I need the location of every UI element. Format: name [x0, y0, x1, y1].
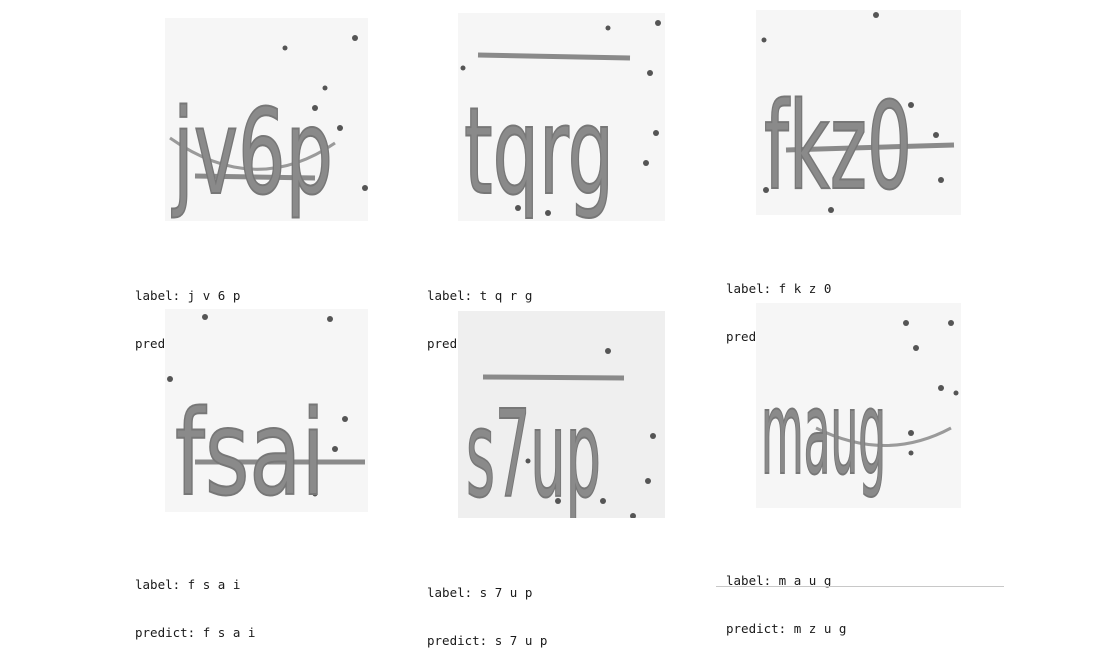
svg-text:fkz0: fkz0 — [764, 78, 912, 215]
captcha-graphic: maug — [760, 320, 959, 502]
label-text: label: f s a i — [135, 577, 241, 592]
divider-line — [716, 586, 1004, 587]
svg-text:fsai: fsai — [175, 384, 325, 512]
captcha-image-2: tqrg — [458, 13, 665, 221]
label-text: label: f k z 0 — [726, 281, 832, 296]
captcha-graphic: tqrg — [460, 20, 661, 221]
predict-text: predict: m z u g — [726, 621, 847, 636]
captcha-graphic: fkz0 — [761, 12, 955, 215]
captcha-image-3: fkz0 — [756, 10, 961, 215]
captcha-graphic: jv6p — [169, 35, 368, 221]
label-text: label: s 7 u p — [427, 585, 533, 600]
predict-text: predict: f s a i — [135, 625, 256, 640]
caption-5: label: s 7 u p predict: s 7 u p — [427, 553, 547, 665]
caption-4: label: f s a i predict: f s a i — [135, 545, 255, 657]
svg-text:jv6p: jv6p — [171, 83, 333, 221]
label-text: label: t q r g — [427, 288, 533, 303]
predict-text: predict: s 7 u p — [427, 633, 548, 648]
caption-6: label: m a u g predict: m z u g — [726, 541, 846, 653]
label-text: label: j v 6 p — [135, 288, 241, 303]
svg-text:maug: maug — [761, 367, 886, 501]
captcha-graphic: fsai — [167, 314, 365, 512]
captcha-image-4: fsai — [165, 309, 368, 512]
captcha-image-1: jv6p — [165, 18, 368, 221]
svg-text:tqrg: tqrg — [464, 83, 614, 221]
svg-text:s7up: s7up — [466, 386, 601, 518]
captcha-graphic: s7up — [465, 348, 656, 518]
captcha-image-5: s7up — [458, 311, 665, 518]
captcha-image-6: maug — [756, 303, 961, 508]
